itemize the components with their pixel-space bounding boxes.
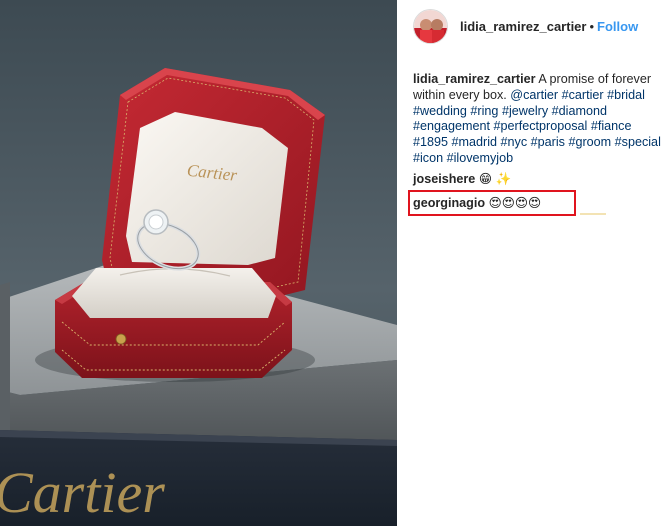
hashtag[interactable]: #1895 (413, 135, 448, 149)
follow-button[interactable]: Follow (597, 19, 638, 34)
hashtag[interactable]: #paris (531, 135, 565, 149)
hashtag[interactable]: #engagement (413, 119, 490, 133)
hashtag[interactable]: #perfectproposal (494, 119, 588, 133)
caption-mention[interactable]: @cartier (510, 88, 558, 102)
hashtag[interactable]: #special (615, 135, 661, 149)
comment-item: joseishere 😁 ✨ (413, 172, 511, 187)
hashtag[interactable]: #icon (413, 151, 443, 165)
comment-highlight-box (408, 190, 576, 216)
hashtag[interactable]: #diamond (552, 104, 607, 118)
bottom-cartier-logo: Cartier (0, 460, 165, 525)
comment-username[interactable]: joseishere (413, 172, 475, 186)
ring-box-image: Cartier Cartier (0, 0, 397, 526)
header-username[interactable]: lidia_ramirez_cartier (460, 19, 586, 34)
caption-author[interactable]: lidia_ramirez_cartier (413, 72, 536, 86)
hashtag[interactable]: #wedding (413, 104, 467, 118)
faded-emoji-trail (580, 213, 606, 215)
hashtag[interactable]: #fiance (591, 119, 632, 133)
avatar[interactable] (413, 9, 448, 44)
profile-photo-icon (414, 10, 447, 43)
comment-text: 😁 ✨ (478, 172, 512, 186)
hashtag[interactable]: #groom (568, 135, 611, 149)
hashtag[interactable]: #ilovemyjob (447, 151, 514, 165)
header-text: lidia_ramirez_cartier • Follow (460, 19, 638, 34)
header-separator: • (589, 19, 595, 34)
hashtag[interactable]: #madrid (452, 135, 498, 149)
hashtag[interactable]: #cartier (562, 88, 604, 102)
hashtag[interactable]: #nyc (501, 135, 528, 149)
hashtag[interactable]: #ring (470, 104, 498, 118)
post-header: lidia_ramirez_cartier • Follow (397, 0, 666, 58)
post-photo[interactable]: Cartier Cartier (0, 0, 397, 526)
post-sidebar: lidia_ramirez_cartier • Follow lidia_ramir… (397, 0, 666, 526)
hashtag[interactable]: #jewelry (502, 104, 548, 118)
hashtag[interactable]: #bridal (607, 88, 645, 102)
post-caption: lidia_ramirez_cartier A promise of forev… (413, 72, 661, 167)
